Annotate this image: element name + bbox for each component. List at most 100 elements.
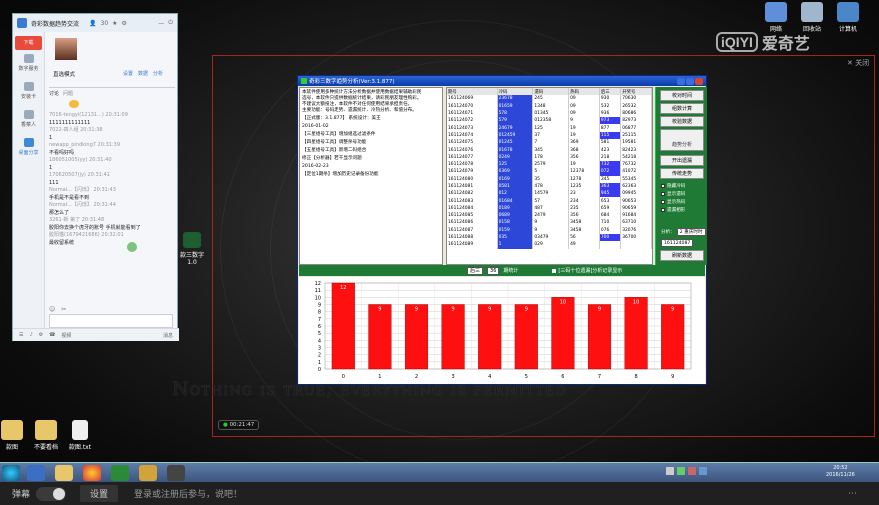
clock[interactable]: 20:52 2016/11/26 bbox=[826, 465, 855, 479]
table-row[interactable]: 161124076 01678 345 368 423 82423 bbox=[447, 146, 652, 154]
analysis-titlebar[interactable]: 奇彩三数字趋势分析(Ver:3.1.877) bbox=[298, 76, 706, 86]
period-count-select[interactable]: 36 bbox=[487, 266, 500, 275]
gear-icon[interactable]: ⚙ bbox=[39, 332, 43, 338]
desktop-icon-recycle[interactable]: 回收站 bbox=[792, 2, 832, 33]
tab-questions[interactable]: 问题 bbox=[63, 90, 73, 97]
table-row[interactable]: 161124080 0169 35 1278 345 55345 bbox=[447, 175, 652, 183]
maximize-button[interactable] bbox=[686, 77, 694, 85]
sync-time-button[interactable]: 校对时间 bbox=[660, 90, 704, 101]
check-hide-cold[interactable]: 隐藏冷码 bbox=[661, 183, 685, 189]
table-row[interactable]: 161124071 578 01345 09 936 80686 bbox=[447, 109, 652, 118]
power-icon[interactable]: ⏻ bbox=[168, 19, 173, 27]
settings-icon[interactable]: ⚙ bbox=[122, 20, 127, 27]
column-header[interactable]: 遗码 bbox=[532, 88, 570, 96]
taskbar-tool-icon[interactable] bbox=[111, 465, 129, 481]
minimize-button[interactable] bbox=[677, 77, 685, 85]
more-icon[interactable]: ⋯ bbox=[848, 489, 857, 499]
tray-icon[interactable] bbox=[699, 467, 707, 475]
table-row[interactable]: 161124078 125 2579 19 732 76732 bbox=[447, 160, 652, 169]
taskbar-browser-icon[interactable] bbox=[83, 465, 101, 481]
link-analysis[interactable]: 分析 bbox=[153, 70, 163, 77]
scissor-icon[interactable]: ✂ bbox=[61, 306, 66, 313]
notes-panel[interactable]: 本软件使用多种统计方法分析数据并使用数据结果辅助彩民 选号，本软件只提供数据统计结… bbox=[299, 87, 443, 265]
compute-button[interactable]: 组数计算 bbox=[660, 103, 704, 114]
table-row[interactable]: 161124089 1 029 49 bbox=[447, 241, 652, 249]
message-input[interactable] bbox=[49, 314, 173, 328]
column-header[interactable]: 开奖号 bbox=[620, 88, 652, 96]
message-list[interactable]: 7016-tengyi(12131...) 20:31:09 1111111111… bbox=[49, 112, 173, 312]
start-button[interactable] bbox=[2, 465, 20, 481]
table-row[interactable]: 161124074 012459 37 19 115 25115 bbox=[447, 131, 652, 140]
tab-discussion[interactable]: 讨论 bbox=[49, 90, 59, 97]
table-row[interactable]: 161124088 035 03479 56 700 36700 bbox=[447, 233, 652, 242]
analysis-window[interactable]: 奇彩三数字趋势分析(Ver:3.1.877) 本软件使用多种统计方法分析数据并使… bbox=[297, 75, 707, 385]
table-row[interactable]: 161124079 0369 5 12378 072 41072 bbox=[447, 168, 652, 176]
verify-data-button[interactable]: 校验数据 bbox=[660, 116, 704, 127]
table-row[interactable]: 161124085 0689 2479 356 684 91684 bbox=[447, 212, 652, 220]
taskbar-folder-icon[interactable] bbox=[55, 465, 73, 481]
close-overlay-button[interactable]: ✕ 关闭 bbox=[847, 58, 869, 68]
check-show-missing[interactable]: 显示遗码 bbox=[661, 191, 685, 197]
star-icon[interactable]: ★ bbox=[112, 20, 117, 27]
desktop-icon-computer[interactable]: 计算机 bbox=[828, 2, 868, 33]
column-header[interactable]: 热码 bbox=[568, 88, 600, 96]
table-row[interactable]: 161124081 0581 478 1235 363 62363 bbox=[447, 182, 652, 191]
message-button[interactable]: 消息 bbox=[163, 332, 173, 339]
table-row[interactable]: 161124082 012 14579 23 945 09945 bbox=[447, 190, 652, 198]
traditional-trend-button[interactable]: 传统走势 bbox=[660, 168, 704, 179]
tray-icon[interactable] bbox=[677, 467, 685, 475]
danmu-toggle[interactable] bbox=[36, 486, 67, 501]
chat-titlebar[interactable]: 奇彩数据趋势交流 👤 30 ★ ⚙ — ⏻ bbox=[13, 14, 177, 32]
face-icon[interactable]: ☺ bbox=[49, 306, 55, 313]
link-settings[interactable]: 设置 bbox=[123, 70, 133, 77]
table-row[interactable]: 161124069 23678 245 09 930 70630 bbox=[447, 95, 652, 103]
nav-download[interactable]: 下载 bbox=[15, 36, 42, 50]
bell-icon[interactable]: ♪ bbox=[29, 332, 32, 338]
nav-item[interactable]: 香菜人 bbox=[13, 106, 44, 134]
taskbar-app-icon[interactable] bbox=[167, 465, 185, 481]
minimize-icon[interactable]: — bbox=[158, 20, 164, 27]
trend-analysis-button[interactable]: 趋势分析 bbox=[660, 129, 704, 151]
record-checkbox[interactable]: [三码十位遗漏]分析记录显示 bbox=[552, 267, 622, 274]
video-button[interactable]: 视频 bbox=[61, 332, 71, 339]
position-select[interactable]: 后三 bbox=[467, 266, 484, 275]
chat-window[interactable]: 奇彩数据趋势交流 👤 30 ★ ⚙ — ⏻ 下载 数字服务 安装卡 香菜人 桌面… bbox=[12, 13, 179, 341]
table-row[interactable]: 161124083 01684 57 234 653 90653 bbox=[447, 197, 652, 205]
refresh-data-button[interactable]: 刷新数据 bbox=[660, 250, 704, 261]
data-grid[interactable]: 期号 冷码 遗码 热码 后三 开奖号 161124069 23678 245 09 930 70630… bbox=[446, 87, 653, 265]
period-select[interactable]: 161124087 bbox=[661, 239, 694, 247]
table-row[interactable]: 161124077 0249 178 356 218 54218 bbox=[447, 153, 652, 161]
desktop-icon-network[interactable]: 网络 bbox=[756, 2, 796, 33]
table-row[interactable]: 161124075 01245 7 369 581 19581 bbox=[447, 139, 652, 147]
check-missing-shape[interactable]: 遗漏相形 bbox=[661, 207, 685, 213]
desktop-icon-tool[interactable]: 款三数字 1.0 bbox=[172, 232, 212, 266]
nav-item[interactable]: 安装卡 bbox=[13, 78, 44, 106]
taskbar-app-icon[interactable] bbox=[139, 465, 157, 481]
tray-icon[interactable] bbox=[666, 467, 674, 475]
link-data[interactable]: 数据 bbox=[138, 70, 148, 77]
table-row[interactable]: 161124084 0189 487 235 659 90659 bbox=[447, 204, 652, 213]
lottery-select[interactable]: 分析： 2 重庆时时 bbox=[661, 228, 706, 236]
check-show-hot[interactable]: 显示热码 bbox=[661, 199, 685, 205]
close-button[interactable] bbox=[695, 77, 703, 85]
table-row[interactable]: 161124086 0158 9 3458 710 63710 bbox=[447, 219, 652, 227]
table-row[interactable]: 161124087 0159 9 3458 076 32076 bbox=[447, 226, 652, 234]
table-cell: 345 bbox=[599, 175, 622, 183]
danmu-input[interactable]: 登录或注册后参与，说吧！ bbox=[134, 487, 242, 500]
nav-item[interactable]: 数字服务 bbox=[13, 50, 44, 78]
table-row[interactable]: 161124070 01659 1348 09 532 26532 bbox=[447, 102, 652, 110]
taskbar-app-icon[interactable] bbox=[27, 465, 45, 481]
nav-item[interactable]: 桌面分享 bbox=[13, 134, 44, 162]
column-header[interactable]: 期号 bbox=[447, 88, 498, 96]
avatar[interactable] bbox=[55, 38, 77, 60]
column-header[interactable]: 后三 bbox=[599, 88, 622, 96]
table-row[interactable]: 161124073 24679 125 19 877 06877 bbox=[447, 124, 652, 132]
tray-icon[interactable] bbox=[688, 467, 696, 475]
missing-button[interactable]: 开出遗漏 bbox=[660, 155, 704, 166]
table-row[interactable]: 161124072 579 012358 9 973 82973 bbox=[447, 117, 652, 125]
menu-icon[interactable]: ☰ bbox=[19, 332, 23, 338]
column-header[interactable]: 冷码 bbox=[497, 88, 534, 96]
settings-button[interactable]: 设置 bbox=[80, 485, 119, 502]
desktop-icon-file[interactable]: 款图.txt bbox=[60, 420, 100, 451]
phone-icon[interactable]: ☎ bbox=[49, 332, 55, 338]
